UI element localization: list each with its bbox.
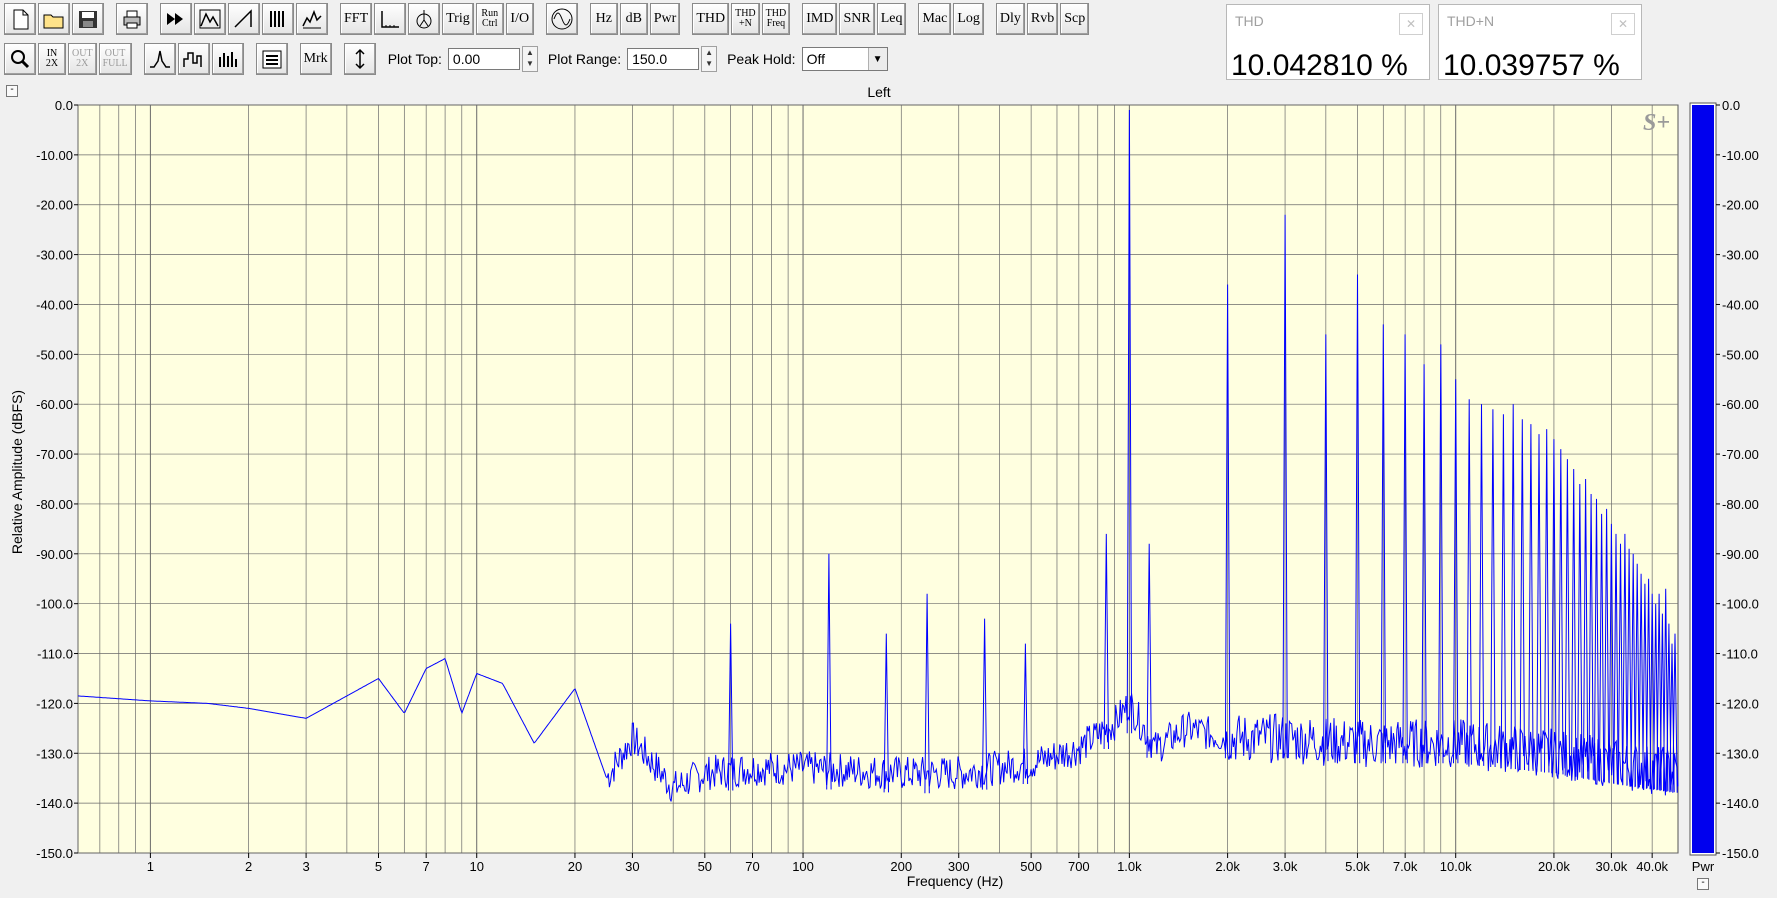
- y-tick-label: -100.0: [36, 597, 73, 612]
- x-tick-label: 2: [245, 859, 252, 874]
- y-tick-label: -140.0: [36, 796, 73, 811]
- level-meter-tick-label: 0.0: [1722, 98, 1740, 113]
- y-tick-label: -120.0: [36, 696, 73, 711]
- watermark-logo: S+: [1643, 110, 1670, 136]
- y-tick-label: -20.00: [36, 198, 73, 213]
- level-meter-tick-label: -150.0: [1722, 846, 1759, 861]
- level-meter-tick-label: -80.00: [1722, 497, 1759, 512]
- x-tick-label: 20: [568, 859, 582, 874]
- y-tick-label: -80.00: [36, 497, 73, 512]
- x-tick-label: 100: [792, 859, 814, 874]
- level-meter-tick-label: -10.00: [1722, 148, 1759, 163]
- x-tick-label: 30: [625, 859, 639, 874]
- x-tick-label: 500: [1020, 859, 1042, 874]
- level-meter-tick-label: -40.00: [1722, 297, 1759, 312]
- level-meter-tick-label: -50.00: [1722, 347, 1759, 362]
- y-tick-label: -70.00: [36, 447, 73, 462]
- x-tick-label: 1.0k: [1117, 859, 1142, 874]
- y-tick-label: -40.00: [36, 297, 73, 312]
- level-meter-tick-label: -60.00: [1722, 397, 1759, 412]
- level-meter-bar: [1692, 105, 1714, 853]
- x-tick-label: 7: [423, 859, 430, 874]
- x-tick-label: 3.0k: [1273, 859, 1298, 874]
- x-tick-label: 1: [147, 859, 154, 874]
- chart-title: Left: [867, 84, 890, 100]
- level-meter-tick-label: -130.0: [1722, 746, 1759, 761]
- y-tick-label: -110.0: [37, 647, 73, 662]
- y-tick-label: -90.00: [36, 547, 73, 562]
- x-tick-label: 10.0k: [1440, 859, 1472, 874]
- spectrum-chart: Left Frequency (Hz) Relative Amplitude (…: [9, 84, 1759, 889]
- x-tick-label: 2.0k: [1215, 859, 1240, 874]
- x-tick-label: 5: [375, 859, 382, 874]
- collapse-meter-button[interactable]: -: [1697, 878, 1709, 890]
- x-tick-label: 700: [1068, 859, 1090, 874]
- x-tick-label: 10: [469, 859, 483, 874]
- x-axis-label: Frequency (Hz): [907, 873, 1003, 889]
- level-meter-tick-label: -120.0: [1722, 696, 1759, 711]
- y-tick-label: -150.0: [36, 846, 73, 861]
- x-tick-label: 40.0k: [1636, 859, 1668, 874]
- y-tick-label: 0.0: [55, 98, 73, 113]
- y-tick-label: -130.0: [36, 746, 73, 761]
- x-tick-label: 50: [698, 859, 712, 874]
- y-tick-label: -50.00: [36, 347, 73, 362]
- level-meter-tick-label: -20.00: [1722, 198, 1759, 213]
- level-meter-tick-label: -100.0: [1722, 597, 1759, 612]
- level-meter-label: Pwr: [1692, 859, 1715, 874]
- x-tick-label: 200: [890, 859, 912, 874]
- level-meter-tick-label: -70.00: [1722, 447, 1759, 462]
- x-tick-label: 3: [302, 859, 309, 874]
- x-tick-label: 70: [745, 859, 759, 874]
- x-tick-label: 5.0k: [1345, 859, 1370, 874]
- x-tick-label: 30.0k: [1595, 859, 1627, 874]
- x-tick-label: 7.0k: [1393, 859, 1418, 874]
- level-meter-tick-label: -140.0: [1722, 796, 1759, 811]
- y-tick-label: -60.00: [36, 397, 73, 412]
- level-meter-tick-label: -90.00: [1722, 547, 1759, 562]
- y-tick-label: -30.00: [36, 248, 73, 263]
- level-meter-tick-label: -110.0: [1722, 647, 1758, 662]
- y-axis-label: Relative Amplitude (dBFS): [9, 390, 25, 554]
- y-tick-label: -10.00: [36, 148, 73, 163]
- x-tick-label: 300: [948, 859, 970, 874]
- x-tick-label: 20.0k: [1538, 859, 1570, 874]
- level-meter-tick-label: -30.00: [1722, 248, 1759, 263]
